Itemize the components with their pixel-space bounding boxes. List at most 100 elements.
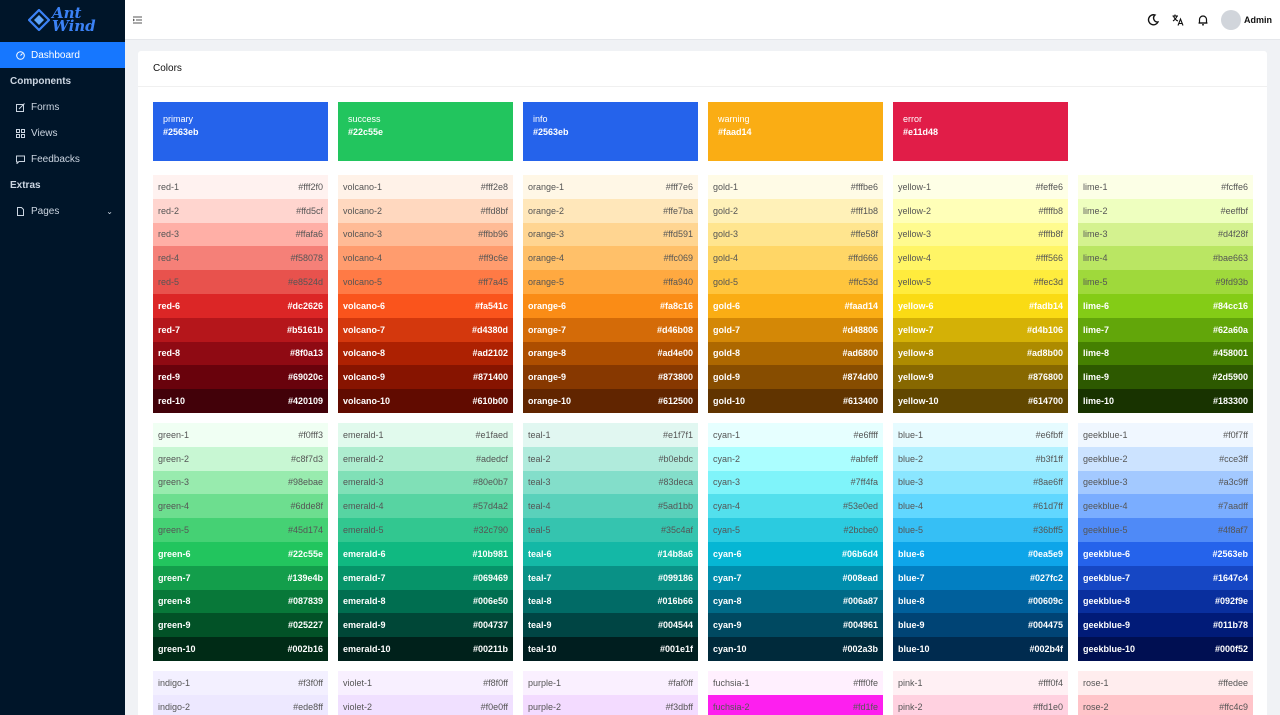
color-swatch: green-1 #f0fff3 [153,422,328,447]
palette-blue: blue-1 #e6fbff blue-2 #b3f1ff blue-3 #8ae6ff b… [893,422,1068,661]
swatch-hex: #004544 [657,620,693,631]
swatch-hex: #ffedee [1218,677,1248,688]
swatch-name: lime-1 [1083,181,1108,192]
swatch-hex: #b3f1ff [1035,453,1063,464]
sidebar-item-dashboard[interactable]: Dashboard [0,42,125,68]
swatch-name: cyan-2 [713,453,741,464]
swatch-hex: #8ae6ff [1033,477,1063,488]
color-swatch: green-7 #139e4b [153,565,328,590]
swatch-hex: #011b78 [1212,620,1248,631]
color-swatch: volcano-4 #ff9c6e [338,246,513,271]
bell-icon[interactable] [1196,13,1210,27]
swatch-name: lime-9 [1083,372,1110,383]
swatch-hex: #fffb8f [1038,229,1063,240]
swatch-hex: #00609c [1027,596,1063,607]
palette-indigo: indigo-1 #f3f0ff indigo-2 #ede8ff [153,670,328,715]
swatch-hex: #004737 [472,620,508,631]
swatch-name: yellow-3 [898,229,932,240]
user-name[interactable]: Admin [1244,15,1272,25]
sidebar-item-feedbacks[interactable]: Feedbacks [0,146,125,172]
swatch-hex: #fff0fe [853,677,878,688]
sidebar-item-pages[interactable]: Pages ⌄ [0,198,125,224]
color-swatch: yellow-4 #fff566 [893,246,1068,271]
swatch-name: yellow-10 [898,396,939,407]
color-swatch: emerald-6 #10b981 [338,541,513,566]
swatch-name: green-2 [158,453,190,464]
top-header: Admin [125,0,1280,40]
logo-icon [28,9,50,31]
sidebar-group-components: Components [10,75,72,87]
swatch-hex: #183300 [1212,396,1248,407]
swatch-name: cyan-1 [713,429,741,440]
color-swatch: lime-7 #62a60a [1078,317,1253,342]
swatch-name: emerald-2 [343,453,384,464]
color-swatch: gold-4 #ffd666 [708,246,883,271]
swatch-name: lime-10 [1083,396,1115,407]
swatch-hex: #45d174 [287,525,323,536]
color-swatch: lime-2 #eeffbf [1078,198,1253,223]
color-swatch: green-5 #45d174 [153,518,328,542]
sidebar-item-forms[interactable]: Forms [0,94,125,120]
swatch-hex: #002b4f [1029,644,1063,655]
swatch-hex: #f0fff3 [298,429,323,440]
swatch-name: emerald-1 [343,429,384,440]
swatch-name: cyan-9 [713,620,742,631]
palette-purple: purple-1 #faf0ff purple-2 #f3dbff [523,670,698,715]
swatch-name: teal-3 [528,477,551,488]
swatch-name: red-6 [158,300,181,311]
brand-color-name: error [903,114,923,124]
swatch-hex: #7ff4fa [850,477,878,488]
color-swatch: cyan-5 #2bcbe0 [708,518,883,542]
color-swatch: orange-2 #ffe7ba [523,198,698,223]
color-swatch: cyan-6 #06b6d4 [708,541,883,566]
swatch-name: green-8 [158,596,191,607]
menu-toggle-icon[interactable] [132,15,142,25]
translate-icon[interactable] [1171,13,1185,27]
palette-red: red-1 #fff2f0 red-2 #ffd5cf red-3 #ffafa6 red-… [153,175,328,413]
swatch-name: yellow-6 [898,300,934,311]
pages-icon [15,206,25,216]
color-swatch: purple-2 #f3dbff [523,694,698,715]
color-swatch: gold-6 #faad14 [708,293,883,318]
swatch-name: purple-2 [528,701,562,712]
swatch-hex: #002b16 [287,644,323,655]
color-swatch: red-9 #69020c [153,365,328,390]
color-swatch: red-1 #fff2f0 [153,175,328,199]
color-swatch: teal-2 #b0ebdc [523,446,698,471]
color-swatch: blue-7 #027fc2 [893,565,1068,590]
swatch-name: blue-2 [898,453,924,464]
swatch-name: cyan-4 [713,501,741,512]
color-swatch: blue-10 #002b4f [893,637,1068,661]
swatch-name: orange-7 [528,324,567,335]
swatch-name: orange-1 [528,181,565,192]
palette-grid: red-1 #fff2f0 red-2 #ffd5cf red-3 #ffafa6 red-… [153,175,1253,715]
sidebar-item-views[interactable]: Views [0,120,125,146]
color-swatch: orange-4 #ffc069 [523,246,698,271]
colors-card: Colors primary #2563eb success #22c55e info #… [138,51,1267,715]
sidebar-nav: Dashboard Components Forms Views Feedbacks Ex… [0,42,125,224]
swatch-hex: #e6fbff [1035,429,1063,440]
swatch-name: lime-4 [1083,253,1108,264]
swatch-name: red-8 [158,348,181,359]
brand-colors-row: primary #2563eb success #22c55e info #2563eb w… [153,102,1078,161]
swatch-hex: #84cc16 [1212,300,1248,311]
swatch-name: emerald-7 [343,572,386,583]
swatch-name: red-3 [158,229,180,240]
swatch-name: cyan-7 [713,572,742,583]
swatch-hex: #1647c4 [1212,572,1248,583]
swatch-hex: #faad14 [844,300,878,311]
avatar[interactable] [1221,9,1241,30]
swatch-name: teal-9 [528,620,552,631]
color-swatch: volcano-9 #871400 [338,365,513,390]
brand-color-hex: #2563eb [533,127,569,137]
color-swatch: emerald-5 #32c790 [338,518,513,542]
swatch-name: orange-10 [528,396,572,407]
moon-icon[interactable] [1146,13,1160,27]
color-swatch: green-2 #c8f7d3 [153,446,328,471]
swatch-name: lime-3 [1083,229,1108,240]
logo[interactable]: Ant Wind [0,0,125,40]
swatch-hex: #10b981 [472,548,508,559]
swatch-name: pink-1 [898,677,923,688]
swatch-name: green-6 [158,548,191,559]
color-swatch: gold-7 #d48806 [708,317,883,342]
